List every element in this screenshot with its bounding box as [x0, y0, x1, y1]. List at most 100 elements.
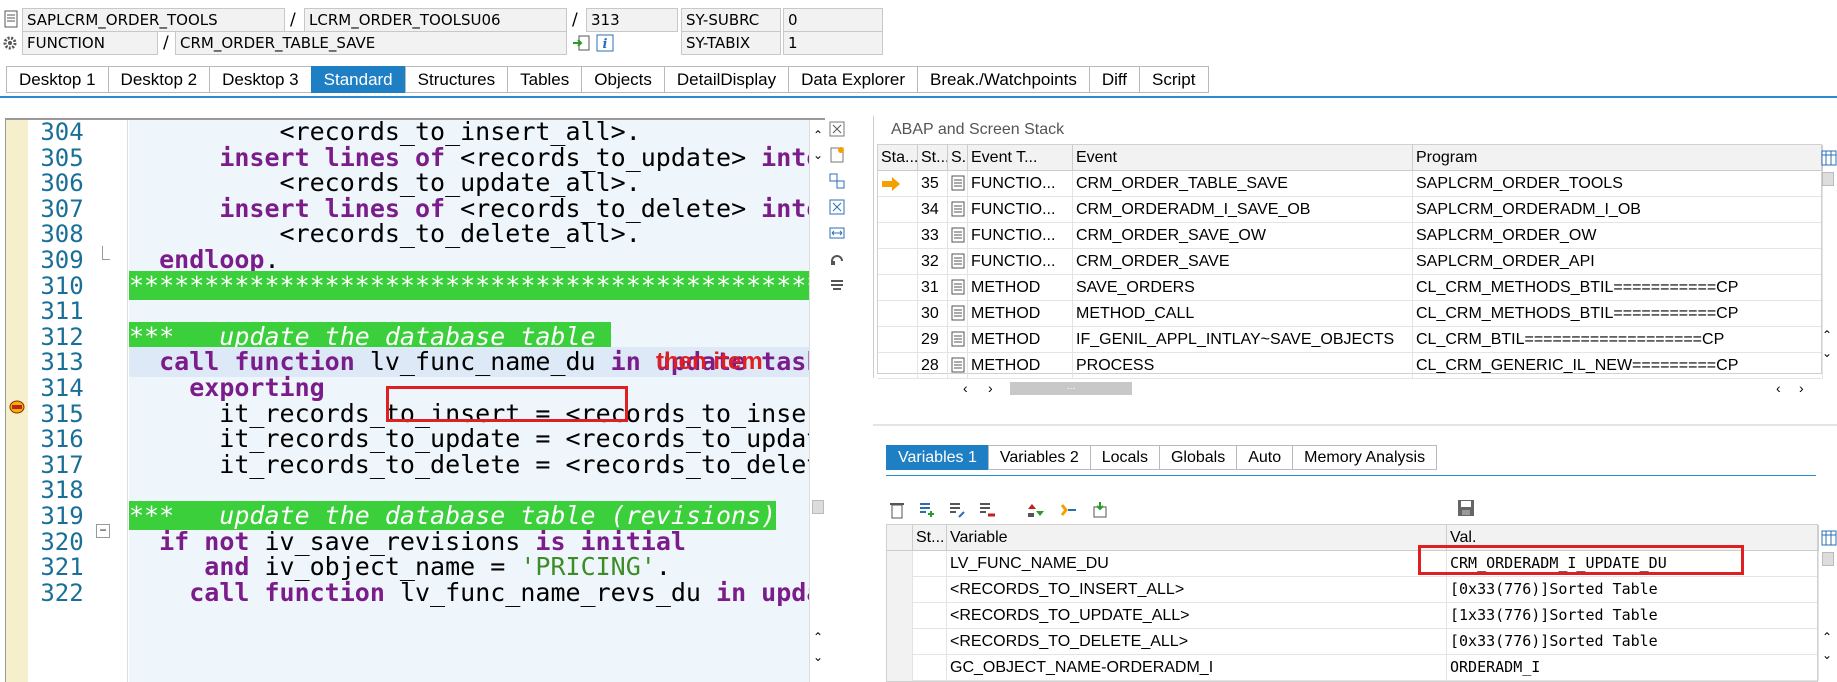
table-cell	[887, 655, 913, 681]
tab-break-watchpoints[interactable]: Break./Watchpoints	[917, 66, 1089, 93]
sort-icon[interactable]	[1025, 499, 1047, 521]
table-row[interactable]: 34 FUNCTIO... CRM_ORDERADM_I_SAVE_OB SAPLCR…	[878, 197, 1823, 223]
chevron-down-icon[interactable]: ⌄	[1822, 346, 1832, 360]
chevron-down-icon[interactable]: ⌄	[813, 148, 823, 162]
vars-scroll-thumb[interactable]	[1822, 552, 1834, 566]
table-settings-icon[interactable]	[1820, 148, 1837, 168]
stack-scroll-thumb[interactable]	[1822, 172, 1834, 186]
tab-auto[interactable]: Auto	[1236, 445, 1293, 470]
tab-variables-2[interactable]: Variables 2	[987, 445, 1090, 470]
table-cell: [0x33(776)]Sorted Table	[1447, 577, 1819, 603]
fold-end-marker	[102, 246, 110, 260]
chevron-right-icon[interactable]: ›	[988, 380, 993, 396]
column-header[interactable]: St...	[913, 525, 947, 551]
tab-diff[interactable]: Diff	[1088, 66, 1140, 93]
new-page-icon[interactable]	[828, 146, 846, 164]
table-row[interactable]: <RECORDS_TO_UPDATE_ALL> [1x33(776)]Sorted…	[887, 603, 1819, 629]
export-icon[interactable]	[1089, 499, 1111, 521]
swap-icon[interactable]	[828, 172, 846, 190]
chevron-left-icon[interactable]: ‹	[963, 380, 968, 396]
table-cell: FUNCTIO...	[968, 223, 1073, 249]
code-editor[interactable]: 304 305 306 307 308 309 310 311 312 313 314 315 316 3…	[5, 118, 825, 682]
rotate-icon[interactable]	[828, 250, 846, 268]
tab-desktop-2[interactable]: Desktop 2	[107, 66, 210, 93]
tab-memory-analysis[interactable]: Memory Analysis	[1292, 445, 1438, 470]
breakpoint-gutter[interactable]	[6, 120, 28, 682]
table-cell	[878, 327, 918, 353]
resize-icon[interactable]	[828, 224, 846, 242]
h-scroll-thumb[interactable]: ...	[1010, 382, 1132, 395]
add-row-icon[interactable]	[917, 499, 937, 521]
table-row[interactable]: <RECORDS_TO_INSERT_ALL> [0x33(776)]Sorted…	[887, 577, 1819, 603]
table-row[interactable]: 32 FUNCTIO... CRM_ORDER_SAVE SAPLCRM_ORDER_…	[878, 249, 1823, 275]
table-cell: 33	[918, 223, 948, 249]
fold-toggle-icon[interactable]: −	[96, 524, 110, 538]
maximize-icon[interactable]	[828, 198, 846, 216]
column-header[interactable]: Event	[1073, 145, 1413, 171]
source-icon	[951, 253, 965, 269]
table-row[interactable]: 31 METHOD SAVE_ORDERS CL_CRM_METHODS_BTIL==…	[878, 275, 1823, 301]
table-cell: CRM_ORDER_SAVE	[1073, 249, 1413, 275]
column-header[interactable]: Sta...	[878, 145, 918, 171]
column-header[interactable]: S...	[948, 145, 968, 171]
chevron-left-icon[interactable]: ‹	[1776, 380, 1781, 396]
tab-data-explorer[interactable]: Data Explorer	[788, 66, 918, 93]
chevron-down-icon[interactable]: ⌄	[1822, 648, 1832, 662]
chevron-up-icon[interactable]: ⌃	[1822, 630, 1832, 644]
table-row[interactable]: 30 METHOD METHOD_CALL CL_CRM_METHODS_BTIL==…	[878, 301, 1823, 327]
tab-locals[interactable]: Locals	[1089, 445, 1159, 470]
tab-script[interactable]: Script	[1139, 66, 1209, 93]
tab-structures[interactable]: Structures	[404, 66, 508, 93]
scroll-thumb[interactable]	[812, 500, 824, 514]
chevron-up-icon[interactable]: ⌃	[813, 128, 823, 142]
column-header[interactable]: Event T...	[968, 145, 1073, 171]
column-header[interactable]: Program	[1413, 145, 1823, 171]
column-header[interactable]: Variable	[947, 525, 1447, 551]
remove-row-icon[interactable]	[977, 499, 997, 521]
variables-tabs: Variables 1 Variables 2 Locals Globals Auto M…	[886, 445, 1438, 470]
tab-objects[interactable]: Objects	[581, 66, 664, 93]
table-cell: CRM_ORDERADM_I_SAVE_OB	[1073, 197, 1413, 223]
tab-standard[interactable]: Standard	[310, 66, 405, 93]
table-cell	[913, 577, 947, 603]
separator: /	[163, 33, 169, 53]
source-icon	[951, 331, 965, 347]
chevron-up-icon[interactable]: ⌃	[813, 630, 823, 644]
table-settings-icon[interactable]	[1820, 528, 1837, 548]
table-row[interactable]: 29 METHOD IF_GENIL_APPL_INTLAY~SAVE_OBJECT…	[878, 327, 1823, 353]
tab-variables-1[interactable]: Variables 1	[886, 445, 988, 470]
table-row[interactable]: <RECORDS_TO_DELETE_ALL> [0x33(776)]Sorted…	[887, 629, 1819, 655]
chevron-down-icon[interactable]: ⌄	[813, 650, 823, 664]
chevron-right-icon[interactable]: ›	[1799, 380, 1804, 396]
filter-icon[interactable]	[1057, 499, 1079, 521]
stack-table: Sta...St...S...Event T...EventProgram35F…	[877, 144, 1823, 379]
tab-desktop-3[interactable]: Desktop 3	[209, 66, 311, 93]
stack-header: Sta...St...S...Event T...EventProgram	[878, 145, 1823, 171]
column-header[interactable]	[887, 525, 913, 551]
table-row[interactable]: 35 FUNCTIO... CRM_ORDER_TABLE_SAVE SAPLCRM_…	[878, 171, 1823, 197]
vars-toolbar	[887, 499, 1111, 521]
navigate-icon[interactable]	[571, 32, 591, 54]
table-row[interactable]: 33 FUNCTIO... CRM_ORDER_SAVE_OW SAPLCRM_ORD…	[878, 223, 1823, 249]
tab-desktop-1[interactable]: Desktop 1	[6, 66, 108, 93]
save-icon[interactable]	[1455, 497, 1477, 519]
tab-tables[interactable]: Tables	[507, 66, 582, 93]
chevron-up-icon[interactable]: ⌃	[1822, 328, 1832, 342]
include-field: LCRM_ORDER_TOOLSU06	[304, 8, 567, 32]
close-icon[interactable]	[828, 120, 846, 138]
table-cell	[887, 629, 913, 655]
delete-icon[interactable]	[887, 499, 907, 521]
tab-globals[interactable]: Globals	[1158, 445, 1237, 470]
table-cell: METHOD	[968, 353, 1073, 379]
tab-detaildisplay[interactable]: DetailDisplay	[663, 66, 789, 93]
edit-row-icon[interactable]	[947, 499, 967, 521]
editor-scrollbar[interactable]: ⌃ ⌄ ⌃ ⌄	[809, 120, 825, 682]
table-cell	[913, 629, 947, 655]
info-icon[interactable]: i	[595, 32, 615, 54]
event-type-field: FUNCTION	[22, 31, 158, 55]
column-header[interactable]: St...	[918, 145, 948, 171]
line-field: 313	[586, 8, 678, 32]
tools-icon[interactable]	[828, 276, 846, 294]
table-row[interactable]: 28 METHOD PROCESS CL_CRM_GENERIC_IL_NEW====…	[878, 353, 1823, 379]
table-row[interactable]: GC_OBJECT_NAME-ORDERADM_I ORDERADM_I	[887, 655, 1819, 681]
